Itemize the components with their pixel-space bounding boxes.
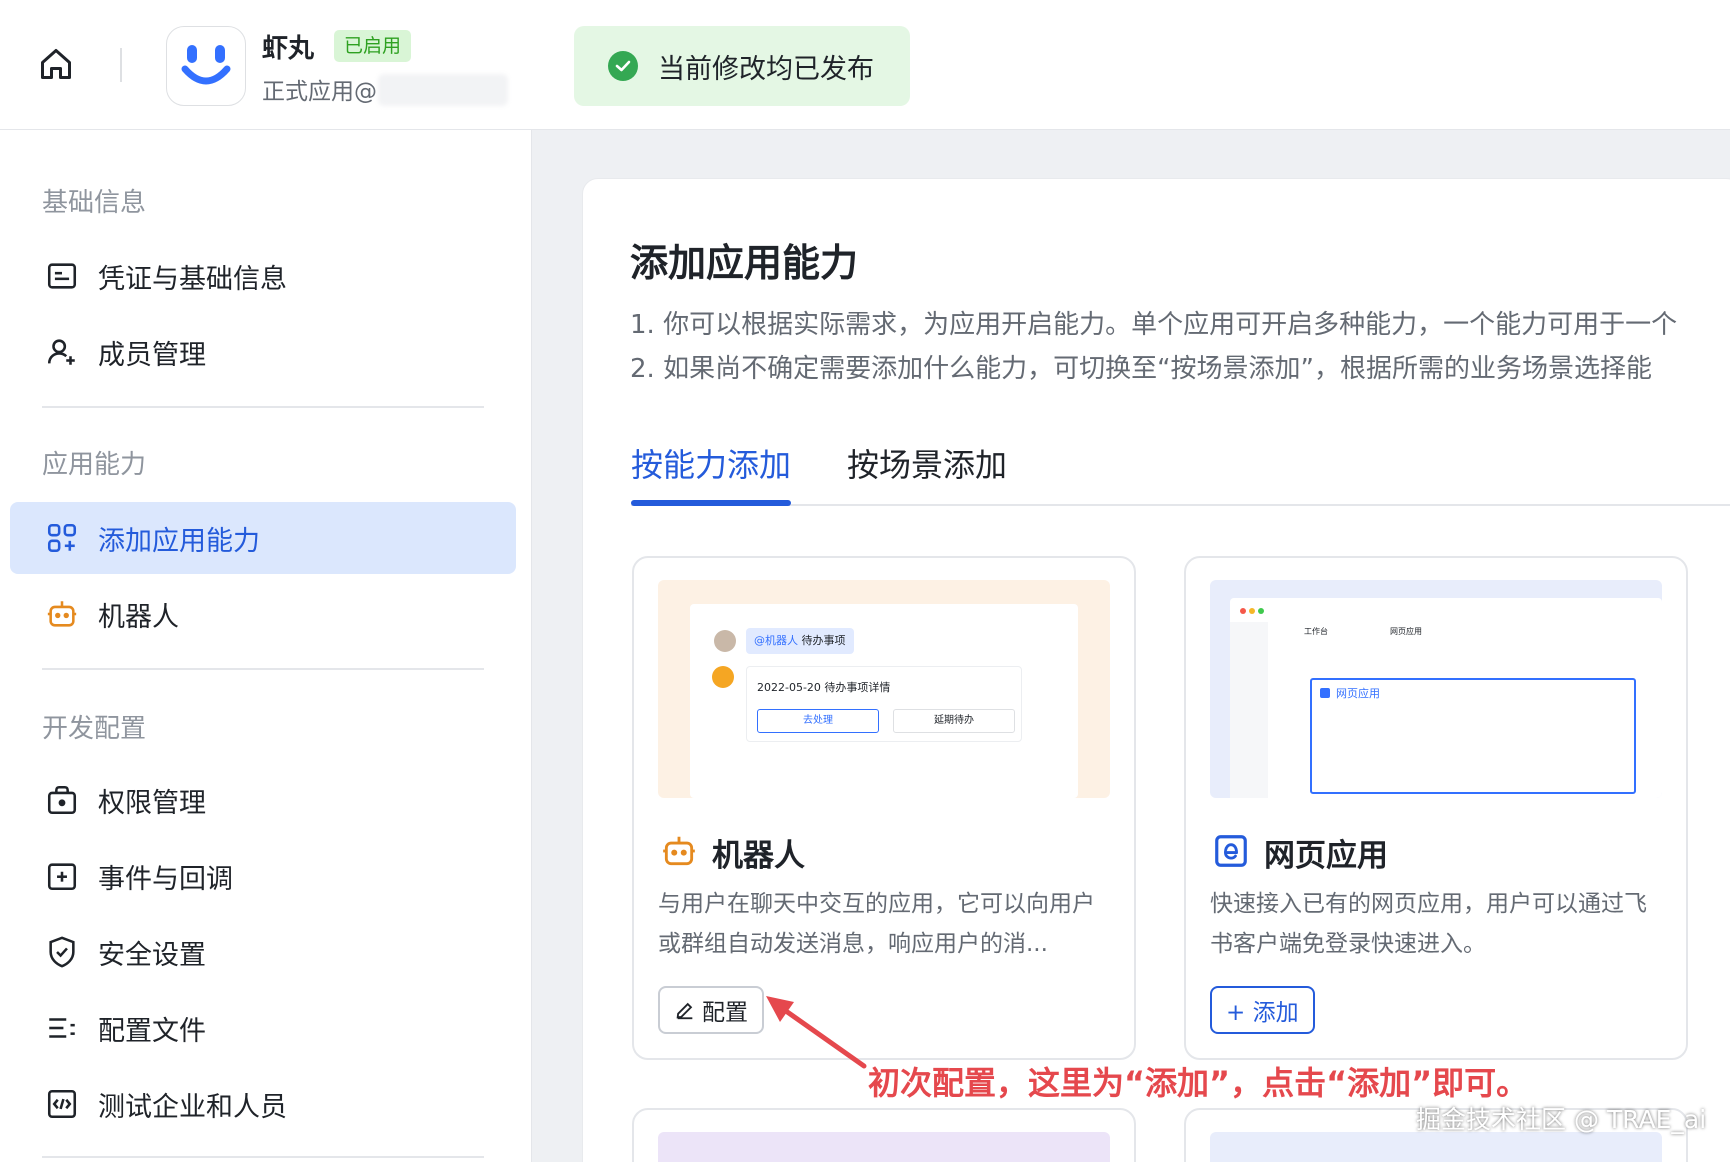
- preview-tab-webapp: 网页应用: [1390, 627, 1422, 636]
- window-dot-green: [1258, 608, 1264, 614]
- card-preview: [658, 1132, 1110, 1162]
- preview-chat-window: @机器人 待办事项 2022-05-20 待办事项详情 去处理 延期待办: [690, 604, 1078, 798]
- shield-icon: [44, 934, 80, 970]
- sidebar-item-security[interactable]: 安全设置: [10, 916, 516, 988]
- description-line: 1. 你可以根据实际需求，为应用开启能力。单个应用可开启多种能力，一个能力可用于…: [630, 310, 1678, 340]
- robot-icon: [660, 832, 698, 870]
- sidebar-item-label: 测试企业和人员: [98, 1091, 287, 1123]
- sidebar-item-label: 事件与回调: [98, 863, 233, 895]
- sidebar-item-robot[interactable]: 机器人: [10, 578, 516, 650]
- smile-logo-icon: [181, 45, 231, 85]
- tab-by-scenario[interactable]: 按场景添加: [847, 440, 1007, 486]
- preview-secondary-action: 延期待办: [893, 709, 1015, 733]
- preview-message-card: 2022-05-20 待办事项详情 去处理 延期待办: [746, 666, 1022, 742]
- card-description: 快速接入已有的网页应用，用户可以通过飞书客户端免登录快速进入。: [1210, 891, 1647, 957]
- home-button[interactable]: [36, 44, 76, 84]
- home-icon: [41, 49, 71, 79]
- sidebar-group-title: 应用能力: [42, 450, 147, 480]
- sidebar-item-members[interactable]: 成员管理: [10, 316, 516, 388]
- redacted-mask: [378, 74, 508, 106]
- sidebar-item-test-org[interactable]: 测试企业和人员: [10, 1068, 516, 1140]
- tab-active-indicator: [631, 500, 791, 506]
- sidebar-group-title: 基础信息: [42, 188, 147, 218]
- preview-webapp-frame: 网页应用: [1310, 678, 1636, 794]
- permission-icon: [44, 782, 80, 818]
- app-grid-add-icon: [44, 520, 80, 556]
- page-title: 添加应用能力: [630, 241, 859, 285]
- sidebar-item-label: 配置文件: [98, 1015, 206, 1047]
- check-circle-icon: [608, 51, 638, 81]
- edit-icon: [676, 1002, 693, 1020]
- card-title: 网页应用: [1264, 838, 1388, 874]
- annotation-note: 初次配置，这里为“添加”，点击“添加”即可。: [868, 1064, 1529, 1102]
- sidebar-item-add-capability[interactable]: 添加应用能力: [10, 502, 516, 574]
- preview-browser-window: 工作台 网页应用 网页应用: [1230, 598, 1662, 798]
- tab-baseline: [631, 504, 1730, 506]
- card-preview: [1210, 1132, 1662, 1162]
- top-header: 虾丸 已启用 正式应用@ 当前修改均已发布: [0, 0, 1730, 130]
- mention-tag: @机器人: [754, 634, 798, 647]
- sidebar-item-config-file[interactable]: 配置文件: [10, 992, 516, 1064]
- configure-button-label: 配置: [702, 1000, 748, 1026]
- capability-card-webapp[interactable]: 工作台 网页应用 网页应用 网页应用 快速接入已有的网页应用，用户可以通过飞书客…: [1184, 556, 1688, 1060]
- credential-icon: [44, 258, 80, 294]
- preview-sidebar: [1230, 622, 1268, 798]
- app-name: 虾丸: [262, 34, 315, 64]
- card-title: 机器人: [712, 838, 805, 874]
- description-line: 2. 如果尚不确定需要添加什么能力，可切换至“按场景添加”，根据所需的业务场景选…: [630, 354, 1653, 384]
- configure-button[interactable]: 配置: [658, 986, 764, 1034]
- tab-by-capability[interactable]: 按能力添加: [631, 440, 791, 486]
- preview-primary-action: 去处理: [757, 709, 879, 733]
- sidebar-divider: [42, 668, 484, 670]
- sidebar-item-label: 机器人: [98, 601, 179, 633]
- sidebar-item-label: 凭证与基础信息: [98, 263, 287, 295]
- web-e-icon: [1212, 832, 1250, 870]
- header-divider: [120, 48, 122, 82]
- event-icon: [44, 858, 80, 894]
- webapp-preview: 工作台 网页应用 网页应用: [1210, 580, 1662, 798]
- sidebar-item-events[interactable]: 事件与回调: [10, 840, 516, 912]
- capability-card-partial[interactable]: [632, 1108, 1136, 1162]
- window-dot-red: [1240, 608, 1246, 614]
- window-dot-yellow: [1249, 608, 1255, 614]
- sidebar-item-credentials[interactable]: 凭证与基础信息: [10, 240, 516, 312]
- toast-message: 当前修改均已发布: [658, 53, 874, 85]
- app-subtitle: 正式应用@: [262, 79, 377, 105]
- member-add-icon: [44, 334, 80, 370]
- capability-card-robot[interactable]: @机器人 待办事项 2022-05-20 待办事项详情 去处理 延期待办 机器人…: [632, 556, 1136, 1060]
- avatar: [714, 630, 736, 652]
- preview-mention: @机器人 待办事项: [746, 628, 854, 654]
- sidebar-item-permissions[interactable]: 权限管理: [10, 764, 516, 836]
- robot-avatar-icon: [712, 666, 734, 688]
- sidebar-item-label: 成员管理: [98, 339, 206, 371]
- app-logo: [166, 26, 246, 106]
- sidebar-item-label: 安全设置: [98, 939, 206, 971]
- preview-message: 2022-05-20 待办事项详情: [757, 681, 891, 694]
- preview-tab-workspace: 工作台: [1304, 627, 1328, 636]
- sidebar-divider: [42, 1156, 484, 1158]
- mention-suffix: 待办事项: [801, 634, 846, 647]
- sidebar-divider: [42, 406, 484, 408]
- card-description: 与用户在聊天中交互的应用，它可以向用户或群组自动发送消息，响应用户的消...: [658, 891, 1095, 957]
- source-credit: 掘金技术社区 @ TRAE_ai: [1416, 1105, 1707, 1134]
- preview-webapp-content: 网页应用: [1336, 687, 1380, 700]
- sidebar-group-title: 开发配置: [42, 714, 147, 744]
- sidebar-item-label: 权限管理: [98, 787, 206, 819]
- webapp-square-icon: [1320, 688, 1330, 698]
- robot-preview: @机器人 待办事项 2022-05-20 待办事项详情 去处理 延期待办: [658, 580, 1110, 798]
- test-code-icon: [44, 1086, 80, 1122]
- annotation-arrow-icon: [766, 996, 867, 1069]
- sidebar-item-label: 添加应用能力: [98, 525, 260, 557]
- robot-icon: [44, 596, 80, 632]
- config-list-icon: [44, 1010, 80, 1046]
- publish-toast: 当前修改均已发布: [574, 26, 910, 106]
- add-button[interactable]: + 添加: [1210, 986, 1315, 1034]
- status-badge: 已启用: [334, 30, 412, 62]
